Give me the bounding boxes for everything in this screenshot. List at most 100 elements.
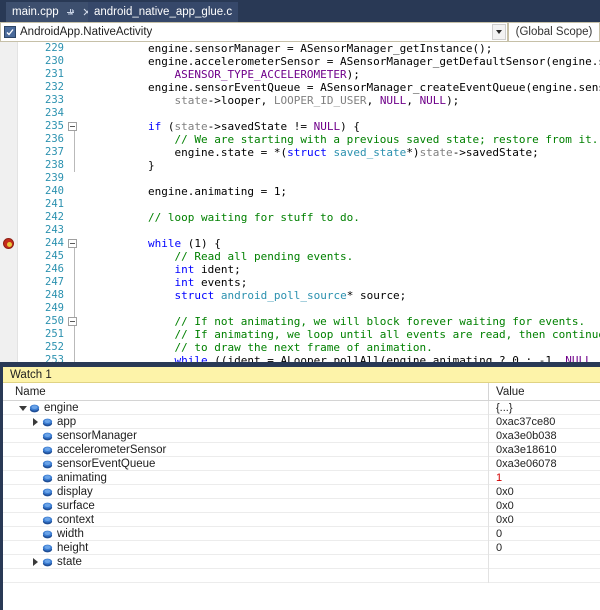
column-header-value[interactable]: Value [488,383,600,401]
watch-row[interactable]: animating 1 [3,471,600,485]
line-number: 245 [45,250,64,262]
navigation-bar: AndroidApp.NativeActivity (Global Scope) [0,22,600,42]
breakpoint-icon[interactable] [3,238,14,249]
watch-row[interactable]: accelerometerSensor 0xa3e18610 [3,443,600,457]
watch-value-cell[interactable]: 0x0 [488,499,600,513]
watch-name-cell[interactable]: state [3,555,488,569]
code-text: if (state->savedState != NULL) { [147,120,360,133]
watch-row[interactable]: surface 0x0 [3,499,600,513]
line-number: 243 [45,224,64,236]
field-icon [41,499,54,513]
editor-tab-strip: main.cpp android_native_app_glue.c [0,0,600,22]
watch-value-cell[interactable]: 1 [488,471,600,485]
line-number: 246 [45,263,64,275]
tab-main-cpp[interactable]: main.cpp [6,2,99,22]
scope-type-dropdown[interactable]: AndroidApp.NativeActivity [0,22,508,42]
watch-variable-name: sensorManager [57,430,137,442]
watch-value-cell[interactable]: 0x0 [488,485,600,499]
watch-value-cell[interactable]: 0 [488,527,600,541]
line-number: 234 [45,107,64,119]
watch-row[interactable]: engine {...} [3,401,600,415]
watch-name-cell[interactable]: engine [3,401,488,415]
code-text: engine.sensorManager = ASensorManager_ge… [147,42,493,55]
watch-row[interactable]: sensorEventQueue 0xa3e06078 [3,457,600,471]
watch-name-cell[interactable]: sensorEventQueue [3,457,488,471]
watch-variable-name: sensorEventQueue [57,458,156,470]
tab-android-native-app-glue[interactable]: android_native_app_glue.c [88,2,239,22]
code-line: 237 engine.state = *(struct saved_state*… [0,146,600,159]
watch-value-cell[interactable] [488,569,600,583]
code-text: engine.accelerometerSensor = ASensorMana… [147,55,600,68]
class-icon [3,25,17,39]
code-editor[interactable]: 229 engine.sensorManager = ASensorManage… [0,42,600,362]
column-header-name[interactable]: Name [3,383,488,401]
watch-name-cell[interactable]: accelerometerSensor [3,443,488,457]
watch-row[interactable]: app 0xac37ce80 [3,415,600,429]
expand-triangle-icon[interactable] [30,415,41,429]
chevron-down-icon[interactable] [492,24,506,40]
line-number: 240 [45,185,64,197]
field-icon [41,541,54,555]
watch-value-cell[interactable]: 0xa3e0b038 [488,429,600,443]
watch-new-expression-row[interactable] [3,569,600,583]
line-number: 238 [45,159,64,171]
visual-studio-window: main.cpp android_native_app_glue.c Andro… [0,0,600,610]
watch-variable-name: app [57,416,77,428]
watch-value-cell[interactable] [488,555,600,569]
field-icon [41,457,54,471]
scope-member-dropdown[interactable]: (Global Scope) [508,22,600,42]
code-line: 239 [0,172,600,185]
watch-row[interactable]: display 0x0 [3,485,600,499]
scope-member-value: (Global Scope) [515,26,593,38]
watch-window-title: Watch 1 [3,367,600,383]
line-number: 236 [45,133,64,145]
line-number: 244 [45,237,64,249]
watch-value-cell[interactable]: 0xa3e18610 [488,443,600,457]
watch-value-cell[interactable]: 0 [488,541,600,555]
watch-value-cell[interactable]: {...} [488,401,600,415]
field-icon [41,527,54,541]
collapse-triangle-icon[interactable] [17,401,28,415]
line-number: 241 [45,198,64,210]
watch-name-cell[interactable]: width [3,527,488,541]
code-line: 231 ASENSOR_TYPE_ACCELEROMETER); [0,68,600,81]
code-line: 250 // If not animating, we will block f… [0,315,600,328]
field-icon [41,415,54,429]
watch-window: Watch 1 Name Value engine {...} app 0xac37c… [0,367,600,610]
watch-row[interactable]: state [3,555,600,569]
watch-row[interactable]: context 0x0 [3,513,600,527]
code-line: 230 engine.accelerometerSensor = ASensor… [0,55,600,68]
watch-name-cell[interactable]: app [3,415,488,429]
watch-row[interactable]: height 0 [3,541,600,555]
watch-value-cell[interactable]: 0xac37ce80 [488,415,600,429]
code-text: // loop waiting for stuff to do. [147,211,360,224]
watch-name-cell[interactable]: surface [3,499,488,513]
expand-triangle-icon[interactable] [30,555,41,569]
watch-variable-name: surface [57,500,95,512]
watch-name-cell[interactable]: height [3,541,488,555]
line-number: 242 [45,211,64,223]
watch-value-cell[interactable]: 0xa3e06078 [488,457,600,471]
pin-icon[interactable] [66,8,76,17]
watch-row[interactable]: width 0 [3,527,600,541]
code-line: 240 engine.animating = 1; [0,185,600,198]
code-line: 241 [0,198,600,211]
code-line: 233 state->looper, LOOPER_ID_USER, NULL,… [0,94,600,107]
line-number: 239 [45,172,64,184]
watch-name-cell[interactable]: context [3,513,488,527]
watch-name-cell[interactable] [3,569,488,583]
watch-variable-name: context [57,514,95,526]
watch-row[interactable]: sensorManager 0xa3e0b038 [3,429,600,443]
watch-name-cell[interactable]: display [3,485,488,499]
watch-value-cell[interactable]: 0x0 [488,513,600,527]
watch-name-cell[interactable]: sensorManager [3,429,488,443]
line-number: 251 [45,328,64,340]
code-text: engine.state = *(struct saved_state*)sta… [174,146,539,159]
code-line: 236 // We are starting with a previous s… [0,133,600,146]
code-text: // Read all pending events. [174,250,354,263]
watch-name-cell[interactable]: animating [3,471,488,485]
